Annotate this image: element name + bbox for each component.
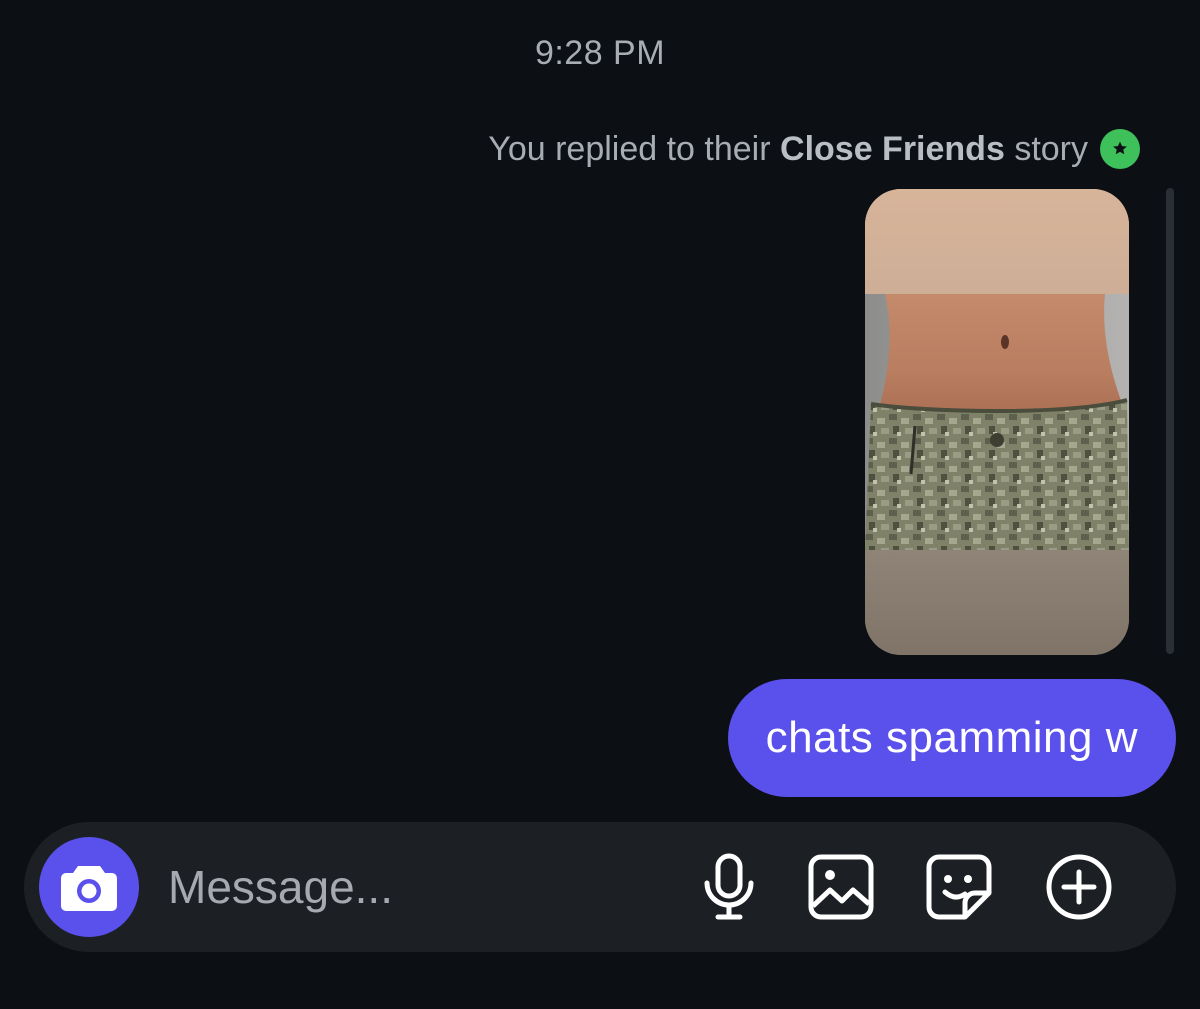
close-friends-star-icon	[1100, 129, 1140, 169]
chat-scrollbar[interactable]	[1166, 188, 1174, 654]
message-timestamp: 9:28 PM	[534, 34, 666, 72]
camera-icon	[61, 866, 117, 911]
sticker-icon	[926, 854, 992, 920]
story-top-band	[865, 189, 1129, 295]
reply-note-suffix: story	[1014, 130, 1088, 168]
voice-message-button[interactable]	[694, 852, 764, 922]
reply-note-prefix: You replied to their	[488, 130, 771, 168]
sticker-button[interactable]	[924, 852, 994, 922]
story-reply-note: You replied to their Close Friends story	[488, 126, 1088, 172]
more-options-button[interactable]	[1044, 852, 1114, 922]
plus-circle-icon	[1046, 854, 1112, 920]
sent-message-bubble[interactable]: chats spamming w	[727, 679, 1176, 797]
story-photo	[865, 294, 1129, 550]
story-bottom-band	[865, 550, 1129, 655]
message-composer	[24, 822, 1176, 952]
gallery-button[interactable]	[806, 852, 876, 922]
message-input[interactable]	[168, 852, 668, 922]
story-preview-thumbnail[interactable]	[865, 189, 1129, 655]
microphone-icon	[704, 853, 754, 920]
camera-button[interactable]	[39, 837, 139, 937]
reply-note-highlight: Close Friends	[780, 130, 1005, 168]
chat-screen: 9:28 PM You replied to their Close Frien…	[0, 0, 1200, 1009]
gallery-icon	[808, 854, 874, 920]
